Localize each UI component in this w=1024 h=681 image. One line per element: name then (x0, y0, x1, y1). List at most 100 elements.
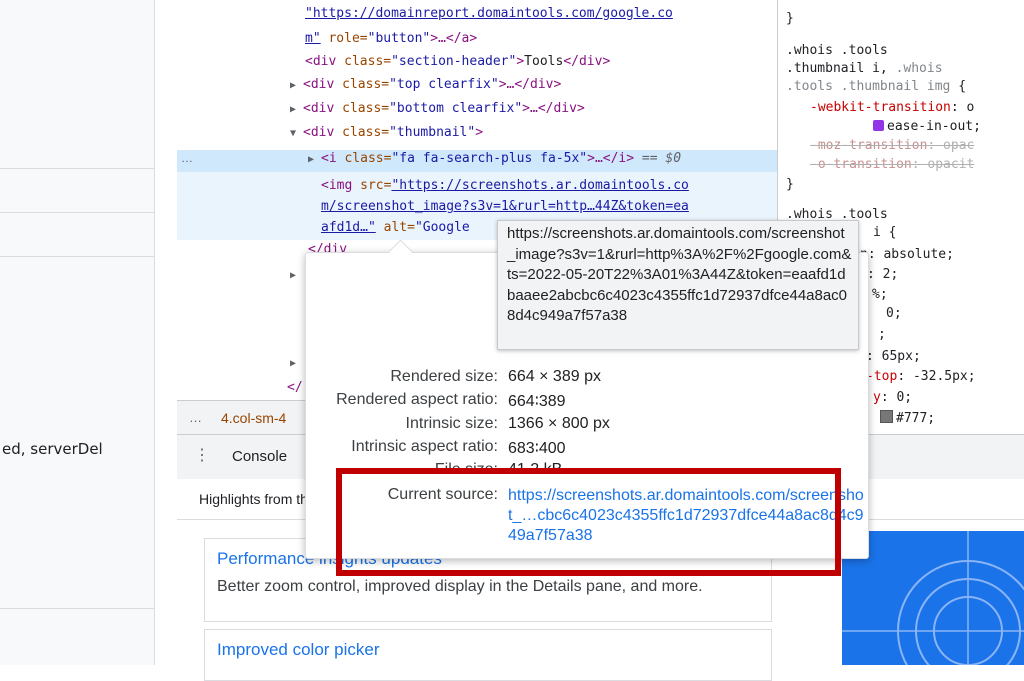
selector-part-gray: .whois (895, 61, 943, 76)
href-link-end[interactable]: m" (305, 31, 321, 46)
dom-line-role[interactable]: m" role="button">…</a> (305, 29, 477, 49)
dom-line-img-src-cont[interactable]: m/screenshot_image?s3v=1&rurl=http…44Z&t… (321, 197, 689, 217)
css-declaration[interactable]: 0; (886, 305, 902, 323)
css-property[interactable]: -moz-transition (810, 138, 927, 153)
rule-open-brace: { (950, 79, 967, 94)
tag-open: <div (305, 54, 345, 69)
tag-open: <div (303, 101, 343, 116)
dom-line-close[interactable]: </ (287, 378, 303, 398)
css-property[interactable]: -top (866, 369, 897, 384)
css-value[interactable]: #777; (896, 411, 935, 426)
rendered-aspect-label: Rendered aspect ratio: (336, 391, 498, 408)
dom-line-section-header[interactable]: <div class="section-header">Tools</div> (305, 52, 610, 72)
css-value[interactable]: ease-in-out; (887, 119, 981, 134)
rendered-size-value: 664 × 389 px (508, 368, 601, 385)
img-src-link-end[interactable]: afd1d…" (321, 220, 376, 235)
css-value[interactable]: : 0; (881, 390, 912, 405)
tag-close: > (516, 54, 525, 69)
tag-close: >…</div> (498, 77, 562, 92)
selected-node-marker: == $0 (634, 151, 682, 166)
css-declaration[interactable]: -top: -32.5px; (866, 368, 976, 386)
css-declaration[interactable]: #777; (880, 410, 935, 428)
css-declaration[interactable]: n: absolute; (860, 246, 954, 264)
attr-value: "Google (414, 220, 470, 235)
page-divider (0, 608, 154, 609)
href-link[interactable]: "https://domainreport.domaintools.com/go… (305, 6, 673, 21)
css-declaration[interactable]: : 2; (867, 266, 898, 284)
dom-line-img[interactable]: <img src="https://screenshots.ar.domaint… (321, 176, 689, 196)
current-source-label: Current source: (387, 486, 498, 503)
css-value[interactable]: : o (951, 100, 974, 115)
css-declaration[interactable]: -webkit-transition: o (810, 99, 974, 117)
rule-close-brace: } (786, 177, 794, 192)
tag-open: <div (303, 125, 343, 140)
tag-end: </div> (563, 54, 611, 69)
node-actions-ellipsis[interactable]: … (181, 151, 193, 165)
file-size-label: File size: (434, 461, 498, 478)
dom-line-bottom-clearfix[interactable]: <div class="bottom clearfix">…</div> (303, 99, 585, 119)
expand-triangle-icon[interactable]: ▶ (308, 154, 314, 165)
more-tools-kebab-icon[interactable]: ⋮ (194, 445, 210, 465)
attr-value: "fa fa-search-plus fa-5x" (391, 151, 588, 166)
rendered-aspect-value: 664∶389 (508, 393, 566, 410)
css-declaration[interactable]: y: 0; (873, 389, 912, 407)
tag-end: </ (287, 380, 303, 395)
card-description: Better zoom control, improved display in… (217, 578, 703, 595)
tab-console[interactable]: Console (232, 448, 287, 465)
css-value[interactable]: : opac (927, 138, 974, 153)
css-property[interactable]: y (873, 390, 881, 405)
expand-triangle-icon[interactable]: ▶ (290, 80, 296, 91)
breadcrumb-overflow[interactable]: … (189, 410, 202, 425)
rule-selector[interactable]: i { (873, 224, 896, 242)
file-size-value: 41.2 kB (508, 461, 563, 478)
img-src-link[interactable]: m/screenshot_image?s3v=1&rurl=http…44Z&t… (321, 199, 689, 214)
attr-name: class= (342, 77, 390, 92)
dom-line-thumbnail[interactable]: <div class="thumbnail"> (303, 123, 483, 143)
css-declaration[interactable]: : 65px; (866, 348, 921, 366)
dom-line-search-icon-node[interactable]: <i class="fa fa-search-plus fa-5x">…</i>… (321, 149, 681, 169)
collapse-triangle-icon[interactable]: ▼ (290, 128, 296, 139)
css-declaration-overridden[interactable]: -moz-transition: opac (810, 137, 974, 155)
intrinsic-size-label: Intrinsic size: (405, 415, 498, 432)
attr-value: "button" (367, 31, 431, 46)
selector-part-gray: .tools .thumbnail img (786, 79, 951, 94)
breadcrumb-item[interactable]: 4.col-sm-4 (221, 410, 286, 426)
dom-line-top-clearfix[interactable]: <div class="top clearfix">…</div> (303, 75, 561, 95)
page-left-strip: ed, serverDel (0, 0, 155, 665)
rule-selector[interactable]: .thumbnail i, .whois (786, 60, 943, 78)
attr-name: class= (342, 101, 390, 116)
dom-line-link-href[interactable]: "https://domainreport.domaintools.com/go… (305, 4, 673, 24)
css-property[interactable]: -o-transition (810, 157, 912, 172)
card-title-link[interactable]: Improved color picker (217, 640, 380, 660)
expand-triangle-icon[interactable]: ▶ (290, 270, 296, 281)
expand-triangle-icon[interactable]: ▶ (290, 104, 296, 115)
page-divider (0, 212, 154, 213)
attr-value: "section-header" (391, 54, 517, 69)
current-source-link[interactable]: https://screenshots.ar.domaintools.com/s… (508, 486, 864, 546)
color-swatch-icon[interactable] (880, 410, 893, 423)
attr-value: "bottom clearfix" (389, 101, 523, 116)
rule-selector[interactable]: .whois .tools (786, 42, 888, 60)
intrinsic-aspect-label: Intrinsic aspect ratio: (351, 438, 498, 455)
easing-editor-icon[interactable] (873, 120, 884, 131)
page-divider (0, 256, 154, 257)
tag-close: >…</a> (430, 31, 478, 46)
whats-new-card[interactable]: Improved color picker (204, 629, 772, 681)
expand-triangle-icon[interactable]: ▶ (290, 358, 296, 369)
rule-selector[interactable]: .tools .thumbnail img { (786, 78, 966, 96)
css-value[interactable]: : opacit (912, 157, 975, 172)
img-src-link[interactable]: "https://screenshots.ar.domaintools.co (391, 178, 688, 193)
css-declaration-cont[interactable]: ease-in-out; (873, 118, 981, 136)
css-property[interactable]: -webkit-transition (810, 100, 951, 115)
css-declaration[interactable]: %; (872, 286, 888, 304)
page-divider (0, 168, 154, 169)
tag-close: >…</i> (587, 151, 635, 166)
css-value[interactable]: : -32.5px; (897, 369, 975, 384)
css-declaration-overridden[interactable]: -o-transition: opacit (810, 156, 974, 174)
attr-name: alt= (375, 220, 415, 235)
tag-close: > (475, 125, 484, 140)
css-declaration[interactable]: ; (878, 326, 886, 344)
tag-open: <div (303, 77, 343, 92)
attr-value: "thumbnail" (389, 125, 476, 140)
dom-line-img-alt[interactable]: afd1d…" alt="Google (321, 218, 470, 238)
